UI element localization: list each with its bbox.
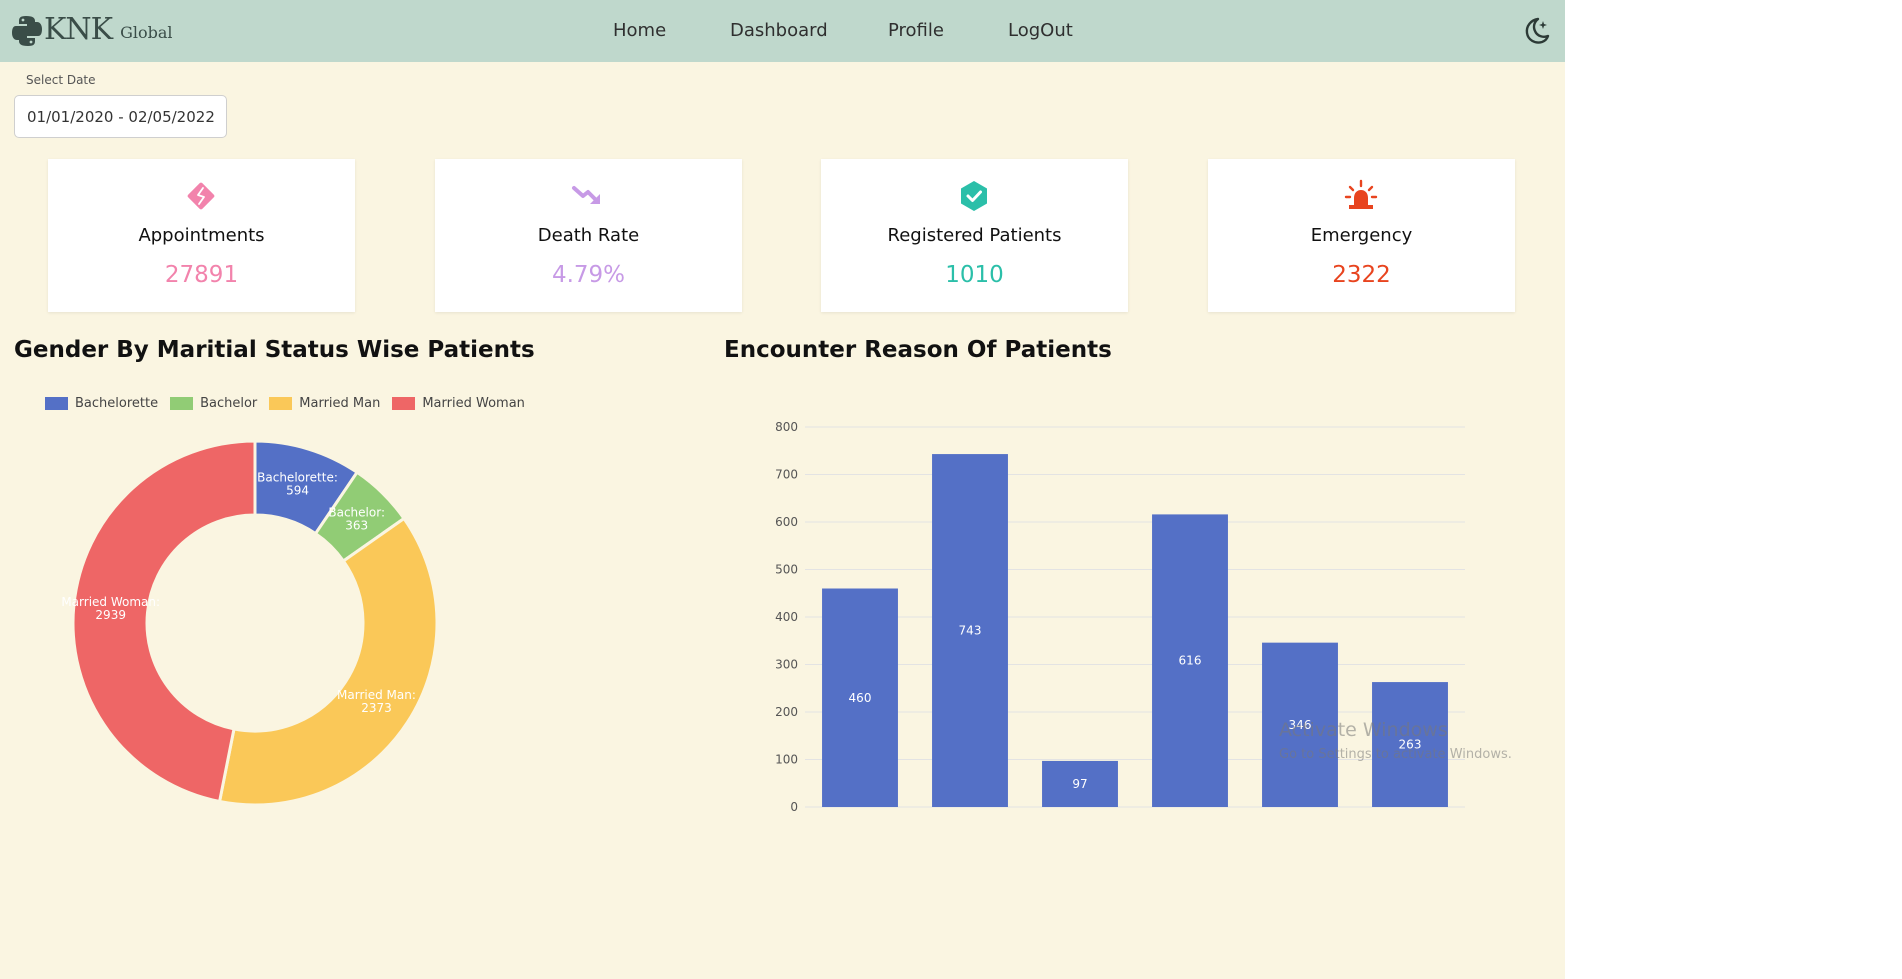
y-tick-label: 500 bbox=[775, 563, 798, 577]
donut-slice-label: Married Woman: bbox=[61, 595, 160, 609]
check-badge-icon bbox=[961, 181, 987, 211]
donut-slice-value: 363 bbox=[345, 519, 368, 533]
legend-item-married-man[interactable]: Married Man bbox=[269, 396, 380, 411]
y-tick-label: 200 bbox=[775, 705, 798, 719]
date-label: Select Date bbox=[26, 73, 96, 87]
donut-slice-value: 2373 bbox=[361, 701, 392, 715]
legend-swatch bbox=[170, 397, 194, 410]
donut-slice-value: 2939 bbox=[95, 608, 126, 622]
donut-slice-label: Bachelor: bbox=[328, 506, 385, 520]
nav-profile[interactable]: Profile bbox=[888, 20, 944, 41]
donut-slice-value: 594 bbox=[286, 483, 309, 497]
donut-section-title: Gender By Maritial Status Wise Patients bbox=[14, 337, 535, 363]
y-tick-label: 0 bbox=[790, 800, 798, 814]
python-logo-icon bbox=[12, 16, 42, 46]
legend-label: Married Woman bbox=[422, 396, 525, 411]
legend-label: Bachelor bbox=[200, 396, 258, 411]
y-tick-label: 600 bbox=[775, 515, 798, 529]
navbar: KNK Global Home Dashboard Profile LogOut bbox=[0, 0, 1565, 62]
card-title: Death Rate bbox=[537, 225, 640, 246]
card-title: Appointments bbox=[138, 225, 265, 246]
card-emergency: Emergency 2322 bbox=[1208, 159, 1515, 312]
bar-value-label: 743 bbox=[959, 624, 982, 638]
card-title: Emergency bbox=[1310, 225, 1413, 246]
siren-icon bbox=[1344, 179, 1378, 209]
y-tick-label: 700 bbox=[775, 468, 798, 482]
trend-down-icon bbox=[572, 186, 600, 204]
y-tick-label: 800 bbox=[775, 420, 798, 434]
card-value: 4.79% bbox=[551, 262, 626, 288]
y-tick-label: 400 bbox=[775, 610, 798, 624]
nav-home[interactable]: Home bbox=[613, 20, 666, 41]
legend-item-bachelor[interactable]: Bachelor bbox=[170, 396, 257, 411]
activate-windows-title: Activate Windows bbox=[1279, 719, 1448, 741]
donut-legend: Bachelorette Bachelor Married Man Marrie… bbox=[45, 396, 537, 411]
card-death-rate: Death Rate 4.79% bbox=[435, 159, 742, 312]
brand-sub: Global bbox=[120, 23, 173, 42]
bar-value-label: 460 bbox=[849, 691, 872, 705]
date-range-input[interactable] bbox=[14, 95, 227, 138]
bar-section-title: Encounter Reason Of Patients bbox=[724, 337, 1112, 363]
donut-slice-label: Married Man: bbox=[337, 688, 416, 702]
card-appointments: Appointments 27891 bbox=[48, 159, 355, 312]
bar-value-label: 97 bbox=[1072, 777, 1087, 791]
y-tick-label: 300 bbox=[775, 658, 798, 672]
brand-logo[interactable]: KNK Global bbox=[12, 12, 173, 48]
activate-windows-subtitle: Go to Settings to activate Windows. bbox=[1279, 747, 1512, 762]
nav-dashboard[interactable]: Dashboard bbox=[730, 20, 828, 41]
moon-icon[interactable] bbox=[1519, 15, 1551, 47]
legend-item-bachelorette[interactable]: Bachelorette bbox=[45, 396, 158, 411]
brand-name: KNK bbox=[44, 12, 113, 47]
card-value: 27891 bbox=[164, 262, 239, 288]
donut-chart: Bachelorette:594 Bachelor:363 Married Man:… bbox=[61, 439, 439, 807]
page: KNK Global Home Dashboard Profile LogOut… bbox=[0, 0, 1565, 979]
legend-swatch bbox=[45, 397, 68, 410]
donut-slice-married-man[interactable] bbox=[218, 516, 439, 807]
legend-label: Bachelorette bbox=[75, 396, 159, 411]
card-registered-patients: Registered Patients 1010 bbox=[821, 159, 1128, 312]
card-value: 2322 bbox=[1332, 262, 1391, 288]
card-value: 1010 bbox=[945, 262, 1004, 288]
blank-margin bbox=[1565, 0, 1902, 979]
legend-swatch bbox=[269, 397, 293, 410]
legend-label: Married Man bbox=[299, 396, 381, 411]
nav-logout[interactable]: LogOut bbox=[1008, 20, 1073, 41]
card-title: Registered Patients bbox=[887, 225, 1062, 246]
legend-swatch bbox=[392, 397, 416, 410]
diamond-icon bbox=[187, 182, 215, 210]
y-tick-label: 100 bbox=[775, 753, 798, 767]
bar-value-label: 616 bbox=[1179, 654, 1202, 668]
legend-item-married-woman[interactable]: Married Woman bbox=[392, 396, 525, 411]
donut-slice-label: Bachelorette: bbox=[257, 470, 338, 484]
